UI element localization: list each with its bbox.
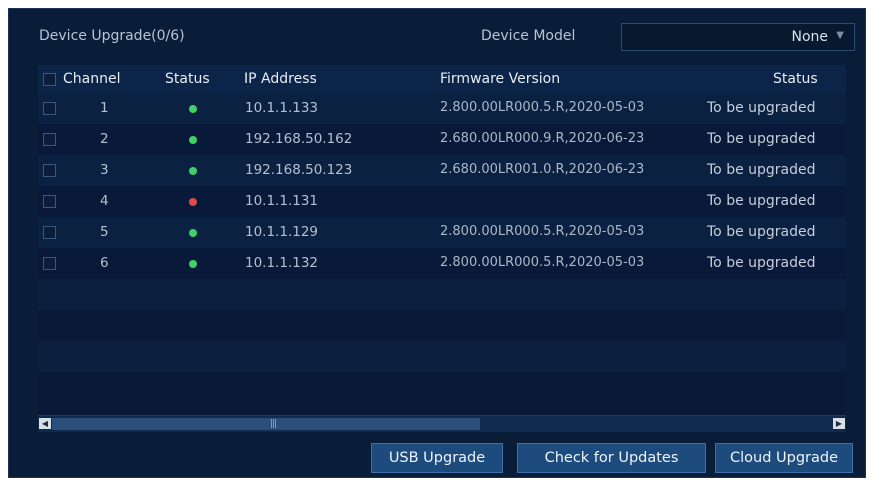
- firmware-cell: 2.800.00LR000.5.R,2020-05-03: [440, 100, 645, 115]
- horizontal-scrollbar[interactable]: ◀ ||| ▶: [38, 415, 846, 432]
- grip-icon: |||: [270, 419, 277, 429]
- ip-cell: 192.168.50.123: [245, 162, 353, 178]
- scrollbar-thumb[interactable]: |||: [52, 418, 480, 430]
- row-checkbox[interactable]: [43, 226, 56, 239]
- empty-row: [38, 310, 846, 341]
- row-checkbox[interactable]: [43, 164, 56, 177]
- empty-row: [38, 341, 846, 372]
- table-row[interactable]: 6 10.1.1.132 2.800.00LR000.5.R,2020-05-0…: [38, 248, 846, 279]
- firmware-cell: 2.680.00LR000.9.R,2020-06-23: [440, 131, 645, 146]
- upgrade-status-cell: To be upgraded: [707, 131, 816, 147]
- cloud-upgrade-button[interactable]: Cloud Upgrade: [715, 443, 853, 473]
- firmware-cell: 2.680.00LR001.0.R,2020-06-23: [440, 162, 645, 177]
- table-row[interactable]: 4 10.1.1.131 To be upgraded: [38, 186, 846, 217]
- table-row[interactable]: 5 10.1.1.129 2.800.00LR000.5.R,2020-05-0…: [38, 217, 846, 248]
- upgrade-status-cell: To be upgraded: [707, 193, 816, 209]
- row-checkbox[interactable]: [43, 195, 56, 208]
- row-checkbox[interactable]: [43, 133, 56, 146]
- table-row[interactable]: 3 192.168.50.123 2.680.00LR001.0.R,2020-…: [38, 155, 846, 186]
- table-body: 1 10.1.1.133 2.800.00LR000.5.R,2020-05-0…: [38, 93, 846, 415]
- upgrade-status-cell: To be upgraded: [707, 162, 816, 178]
- firmware-cell: 2.800.00LR000.5.R,2020-05-03: [440, 255, 645, 270]
- channel-cell: 4: [100, 193, 109, 209]
- status-dot-icon: [189, 229, 197, 237]
- status-dot-icon: [189, 198, 197, 206]
- device-model-value: None: [791, 29, 828, 45]
- device-upgrade-panel: Device Upgrade(0/6) Device Model None ▼ …: [8, 8, 866, 478]
- col-upgrade-status: Status: [773, 71, 818, 87]
- empty-row: [38, 279, 846, 310]
- select-all-checkbox[interactable]: [43, 73, 56, 86]
- page-title: Device Upgrade(0/6): [39, 28, 185, 44]
- device-model-select[interactable]: None ▼: [621, 23, 855, 51]
- channel-cell: 3: [100, 162, 109, 178]
- status-dot-icon: [189, 260, 197, 268]
- row-checkbox[interactable]: [43, 257, 56, 270]
- chevron-down-icon: ▼: [836, 30, 844, 41]
- table-row[interactable]: 2 192.168.50.162 2.680.00LR000.9.R,2020-…: [38, 124, 846, 155]
- channel-cell: 6: [100, 255, 109, 271]
- ip-cell: 10.1.1.131: [245, 193, 318, 209]
- empty-row: [38, 372, 846, 415]
- firmware-cell: 2.800.00LR000.5.R,2020-05-03: [440, 224, 645, 239]
- scroll-left-arrow-icon[interactable]: ◀: [39, 418, 51, 429]
- channel-cell: 5: [100, 224, 109, 240]
- scroll-right-arrow-icon[interactable]: ▶: [833, 418, 845, 429]
- upgrade-status-cell: To be upgraded: [707, 100, 816, 116]
- col-ip-address: IP Address: [244, 71, 317, 87]
- usb-upgrade-button[interactable]: USB Upgrade: [371, 443, 503, 473]
- status-dot-icon: [189, 136, 197, 144]
- table-row[interactable]: 1 10.1.1.133 2.800.00LR000.5.R,2020-05-0…: [38, 93, 846, 124]
- status-dot-icon: [189, 167, 197, 175]
- table-header: Channel Status IP Address Firmware Versi…: [38, 65, 846, 93]
- channel-cell: 1: [100, 100, 109, 116]
- ip-cell: 10.1.1.129: [245, 224, 318, 240]
- col-firmware-version: Firmware Version: [440, 71, 561, 87]
- upgrade-status-cell: To be upgraded: [707, 224, 816, 240]
- ip-cell: 10.1.1.133: [245, 100, 318, 116]
- device-model-label: Device Model: [481, 28, 576, 44]
- check-for-updates-button[interactable]: Check for Updates: [517, 443, 706, 473]
- col-status: Status: [165, 71, 210, 87]
- channel-cell: 2: [100, 131, 109, 147]
- ip-cell: 10.1.1.132: [245, 255, 318, 271]
- device-table: Channel Status IP Address Firmware Versi…: [38, 65, 846, 432]
- upgrade-status-cell: To be upgraded: [707, 255, 816, 271]
- col-channel: Channel: [63, 71, 121, 87]
- status-dot-icon: [189, 105, 197, 113]
- ip-cell: 192.168.50.162: [245, 131, 353, 147]
- row-checkbox[interactable]: [43, 102, 56, 115]
